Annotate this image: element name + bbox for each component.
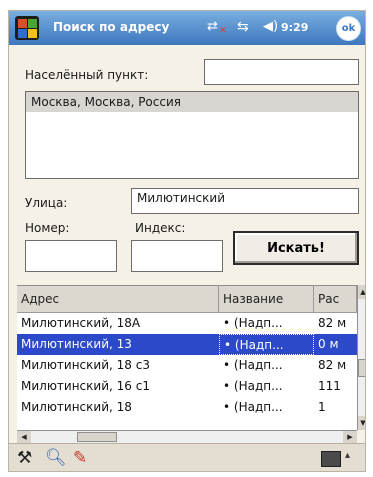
locality-label: Населённый пункт: <box>25 68 149 82</box>
cell-name: • (Надп... <box>219 334 314 355</box>
windows-start-icon[interactable] <box>15 16 39 40</box>
cell-address: Милютинский, 18А <box>21 316 141 330</box>
clock[interactable]: 9:29 <box>281 21 308 34</box>
scroll-down-arrow-icon[interactable]: ▼ <box>358 416 365 430</box>
sync-icon[interactable]: ⇆ <box>237 19 249 35</box>
cell-address: Милютинский, 18 <box>21 400 132 414</box>
ok-button[interactable]: ok <box>336 16 361 41</box>
input-menu-arrow-icon[interactable]: ▴ <box>345 450 350 461</box>
map-pin-icon[interactable]: ✎ <box>73 448 87 468</box>
cell-distance: 1 <box>318 400 326 414</box>
vertical-scroll-thumb[interactable] <box>358 359 365 377</box>
volume-icon[interactable]: ◀) <box>263 19 278 34</box>
network-error-icon: ✕ <box>219 26 227 36</box>
magnifier-icon[interactable]: 🔍︎ <box>45 448 67 468</box>
cell-address: Милютинский, 13 <box>21 337 132 351</box>
number-label: Номер: <box>25 221 70 235</box>
column-header-distance[interactable]: Рас <box>314 286 357 312</box>
menu-bar: ⚒ 🔍︎ ✎ ▴ <box>9 443 365 471</box>
vertical-scrollbar[interactable]: ▲ ▼ <box>357 285 365 430</box>
cell-address: Милютинский, 16 с1 <box>21 379 150 393</box>
locality-results-list[interactable]: Москва, Москва, Россия <box>25 91 359 179</box>
street-label: Улица: <box>25 196 68 210</box>
cell-distance: 111 <box>318 379 341 393</box>
table-row[interactable]: Милютинский, 18 с3 • (Надп... 82 м <box>17 355 357 376</box>
horizontal-scrollbar[interactable]: ◀ ▶ <box>17 430 357 443</box>
number-input[interactable] <box>25 240 117 272</box>
list-item[interactable]: Москва, Москва, Россия <box>26 92 358 112</box>
table-header: Адрес Название Рас <box>17 286 357 313</box>
table-row[interactable]: Милютинский, 18А • (Надп... 82 м <box>17 313 357 334</box>
search-button[interactable]: Искать! <box>233 231 359 265</box>
scroll-up-arrow-icon[interactable]: ▲ <box>358 285 365 299</box>
cell-distance: 82 м <box>318 316 347 330</box>
network-icon[interactable]: ⇄ <box>207 19 218 34</box>
scroll-right-arrow-icon[interactable]: ▶ <box>343 431 357 443</box>
table-row[interactable]: Милютинский, 16 с1 • (Надп... 111 <box>17 376 357 397</box>
table-row[interactable]: Милютинский, 18 • (Надп... 1 <box>17 397 357 418</box>
cell-distance: 82 м <box>318 358 347 372</box>
tools-icon[interactable]: ⚒ <box>17 448 32 468</box>
index-label: Индекс: <box>135 221 186 235</box>
index-input[interactable] <box>131 240 223 272</box>
title-bar: Поиск по адресу ⇄ ✕ ⇆ ◀) 9:29 ok <box>9 11 365 45</box>
table-row-selected[interactable]: Милютинский, 13 • (Надп... 0 м <box>17 334 357 355</box>
horizontal-scroll-thumb[interactable] <box>77 432 117 442</box>
cell-distance: 0 м <box>318 337 339 351</box>
column-header-address[interactable]: Адрес <box>17 286 219 312</box>
street-input[interactable]: Милютинский <box>131 188 359 214</box>
column-header-name[interactable]: Название <box>219 286 314 312</box>
window-title: Поиск по адресу <box>53 20 170 34</box>
locality-input[interactable] <box>204 59 359 85</box>
cell-address: Милютинский, 18 с3 <box>21 358 150 372</box>
cell-name: • (Надп... <box>223 358 283 372</box>
keyboard-icon[interactable] <box>321 451 341 467</box>
pocket-pc-screen: Поиск по адресу ⇄ ✕ ⇆ ◀) 9:29 ok Населён… <box>8 10 366 472</box>
cell-name: • (Надп... <box>223 316 283 330</box>
scroll-left-arrow-icon[interactable]: ◀ <box>17 431 31 443</box>
cell-name: • (Надп... <box>223 400 283 414</box>
cell-name: • (Надп... <box>223 379 283 393</box>
results-table[interactable]: Адрес Название Рас Милютинский, 18А • (Н… <box>17 285 357 431</box>
